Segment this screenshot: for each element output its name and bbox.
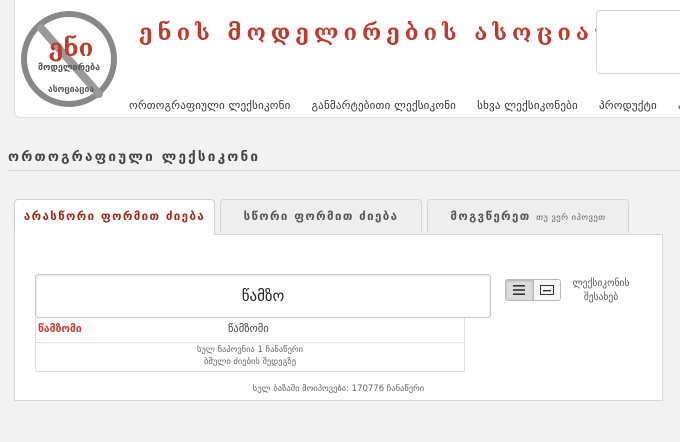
tab-label: არასწორი ფორმით ძიება xyxy=(23,209,206,223)
header-search-box[interactable] xyxy=(596,10,680,74)
nav-item-other-dictionaries[interactable]: სხვა ლექსიკონები xyxy=(477,99,578,112)
list-view-button[interactable] xyxy=(506,280,533,300)
site-title: ენის მოდელირების ასოციაცია xyxy=(139,20,652,46)
tab-label: სწორი ფორმით ძიება xyxy=(243,209,399,223)
search-panel: ლექსიკონის შესახებ წამზომი წამზომი სულ ნ… xyxy=(14,234,663,401)
results-count: სულ ნაპოვნია 1 ჩანაწერი xyxy=(196,345,304,355)
database-total-count: სულ ბაზაში მოიპოვება: 170776 ჩანაწერი xyxy=(252,384,425,394)
list-icon xyxy=(513,285,526,295)
tab-incorrect-form-search[interactable]: არასწორი ფორმით ძიება xyxy=(14,199,215,235)
logo-text-middle: მოდელირება xyxy=(38,62,100,73)
keyboard-view-button[interactable] xyxy=(532,280,560,300)
result-row[interactable]: წამზომი წამზომი xyxy=(36,318,464,343)
page-title: ორთოგრაფიული ლექსიკონი xyxy=(8,149,261,165)
result-correct-form: წამზომი xyxy=(228,323,269,335)
search-results: წამზომი წამზომი სულ ნაპოვნია 1 ჩანაწერი … xyxy=(35,318,465,372)
tab-correct-form-search[interactable]: სწორი ფორმით ძიება xyxy=(220,199,422,233)
nav-item-orthographic[interactable]: ორთოგრაფიული ლექსიკონი xyxy=(129,99,290,112)
tab-contact-us[interactable]: მოგვწერეთ თუ ვერ იპოვეთ xyxy=(427,199,629,233)
result-word[interactable]: წამზომი xyxy=(38,323,82,335)
tab-label: მოგვწერეთ xyxy=(450,209,531,223)
view-toggle xyxy=(505,279,561,301)
nav-item-explanatory[interactable]: განმარტებითი ლექსიკონი xyxy=(312,99,456,112)
logo-text-bottom: ასოციაცია xyxy=(48,85,94,95)
search-input[interactable] xyxy=(35,274,491,318)
site-logo[interactable]: ენი მოდელირება ასოციაცია xyxy=(19,6,119,112)
title-divider xyxy=(8,170,680,171)
main-nav: ორთოგრაფიული ლექსიკონი განმარტებითი ლექს… xyxy=(129,94,680,113)
results-link[interactable]: ბმული ძიების შედეგზე xyxy=(36,357,464,367)
nav-item-products[interactable]: პროდუქტი xyxy=(599,99,657,112)
logo-text-top: ენი xyxy=(49,33,94,62)
site-header: ენი მოდელირება ასოციაცია ენის მოდელირები… xyxy=(14,0,680,118)
keyboard-icon xyxy=(539,285,554,295)
tab-sublabel: თუ ვერ იპოვეთ xyxy=(536,213,606,223)
about-dictionary-link[interactable]: ლექსიკონის შესახებ xyxy=(563,277,639,305)
